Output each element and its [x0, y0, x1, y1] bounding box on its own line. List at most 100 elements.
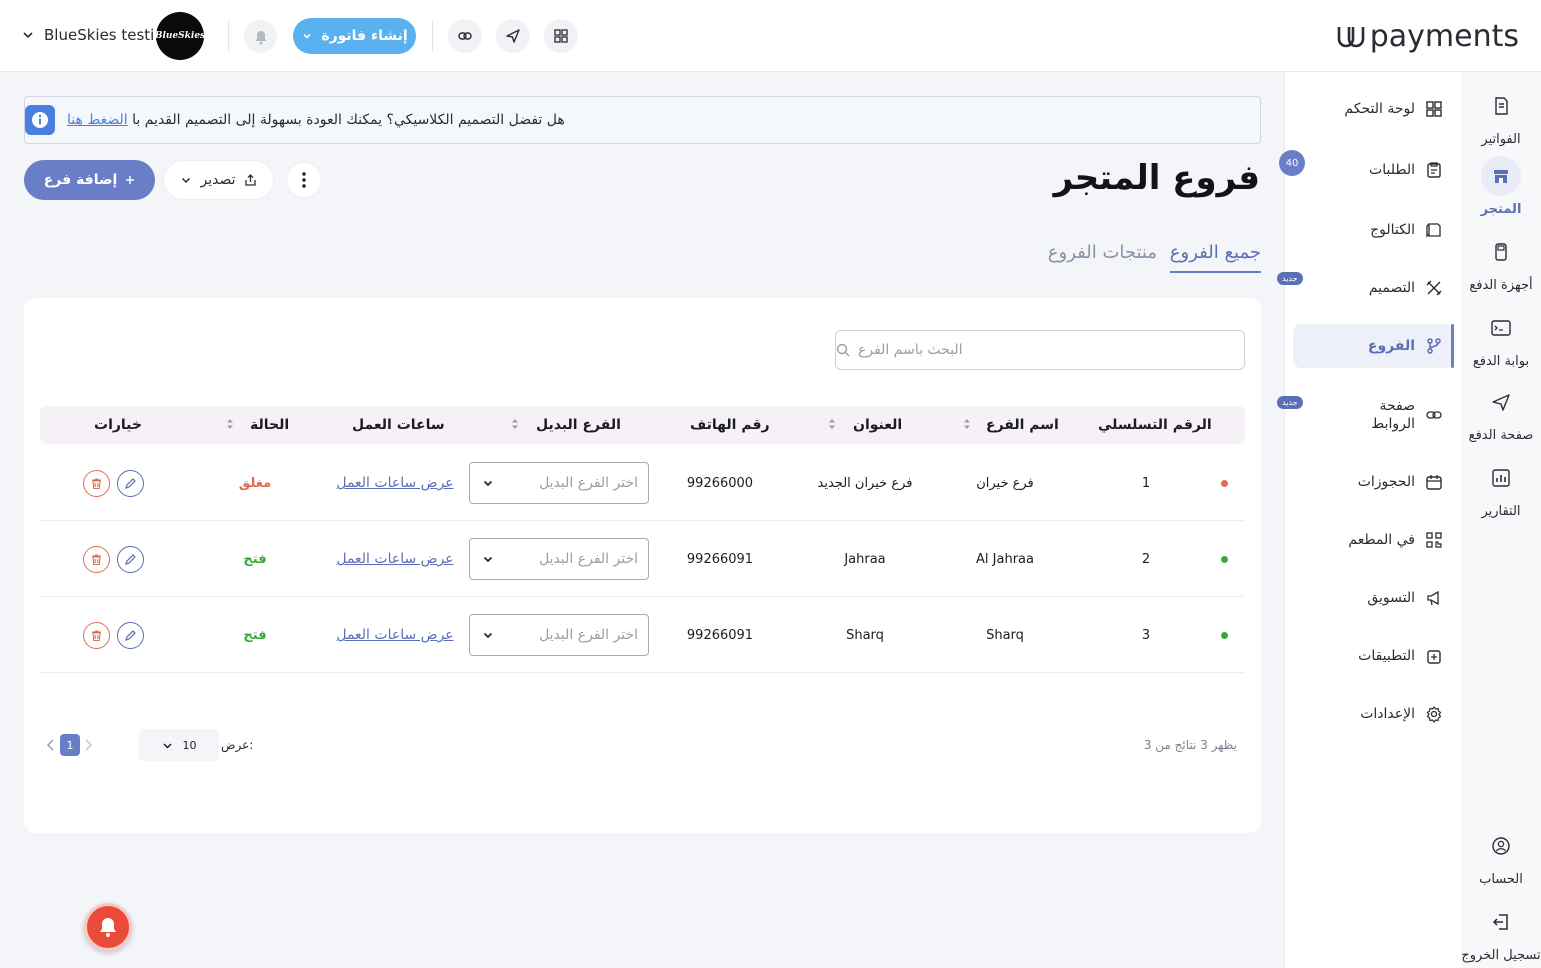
rail-label: المتجر: [1480, 202, 1522, 217]
table-row: 3 Sharq Sharq 99266091 اختر الفرع البديل…: [40, 597, 1245, 673]
notification-bell-button[interactable]: [84, 903, 132, 951]
menu-item-apps[interactable]: التطبيقات: [1293, 634, 1453, 678]
pencil-icon: [125, 478, 136, 489]
notifications-button[interactable]: [244, 20, 277, 53]
column-alternate-branch[interactable]: الفرع البديل: [536, 406, 621, 444]
bell-icon: [255, 30, 266, 44]
status-label: فتح: [243, 551, 267, 567]
per-page-label: عرض:: [221, 738, 254, 752]
qr-button[interactable]: [544, 19, 578, 53]
cell-phone: 99266091: [686, 551, 754, 567]
send-button[interactable]: [496, 19, 530, 53]
gateway-icon: [1491, 320, 1511, 336]
rail-item-invoices[interactable]: الفواتير: [1461, 86, 1541, 148]
table-row: 2 Al Jahraa Jahraa 99266091 اختر الفرع ا…: [40, 521, 1245, 597]
column-phone[interactable]: رقم الهاتف: [690, 406, 770, 444]
menu-label: صفحة الروابط: [1371, 398, 1415, 432]
per-page-select[interactable]: 10: [139, 729, 219, 761]
rail-item-payment-page[interactable]: صفحة الدفع: [1461, 382, 1541, 444]
menu-item-in-restaurant[interactable]: في المطعم: [1293, 518, 1453, 562]
menu-item-orders[interactable]: الطلبات 40: [1279, 148, 1453, 192]
rail-label: الفواتير: [1481, 132, 1521, 147]
create-invoice-label: إنشاء فاتورة: [321, 28, 408, 44]
create-invoice-button[interactable]: إنشاء فاتورة: [293, 18, 416, 54]
chevron-down-icon[interactable]: [20, 27, 36, 43]
column-working-hours[interactable]: ساعات العمل: [352, 406, 445, 444]
sort-icon[interactable]: [510, 417, 520, 431]
menu-label: الطلبات: [1369, 162, 1415, 178]
avatar-text: BlueSkies: [154, 31, 206, 41]
orders-count-badge: 40: [1279, 150, 1305, 176]
chevron-right-icon[interactable]: [82, 738, 94, 752]
settings-icon: [1426, 706, 1442, 723]
rail-item-gateway[interactable]: بوابة الدفع: [1461, 308, 1541, 370]
edit-button[interactable]: [117, 622, 144, 649]
edit-button[interactable]: [117, 546, 144, 573]
view-hours-link[interactable]: عرض ساعات العمل: [336, 551, 453, 567]
page-number-button[interactable]: 1: [60, 734, 80, 756]
menu-item-settings[interactable]: الإعدادات: [1293, 692, 1453, 736]
megaphone-icon: [1427, 590, 1439, 606]
sort-icon[interactable]: [962, 417, 972, 431]
menu-item-dashboard[interactable]: لوحة التحكم: [1293, 87, 1453, 131]
sort-icon[interactable]: [225, 417, 235, 431]
alternate-branch-select[interactable]: اختر الفرع البديل: [469, 614, 649, 656]
more-options-button[interactable]: [286, 162, 322, 198]
rail-item-reports[interactable]: التقارير: [1461, 458, 1541, 520]
alternate-branch-select[interactable]: اختر الفرع البديل: [469, 538, 649, 580]
table-row: 1 فرع خيران فرع خيران الجديد 99266000 اخ…: [40, 445, 1245, 521]
menu-item-design[interactable]: التصميم جديد: [1277, 266, 1453, 310]
cell-branch-name: Al Jahraa: [976, 551, 1034, 567]
rail-item-store[interactable]: المتجر: [1461, 156, 1541, 218]
view-hours-link[interactable]: عرض ساعات العمل: [336, 475, 453, 491]
logo-mark-icon: [1337, 27, 1365, 48]
delete-button[interactable]: [83, 470, 110, 497]
brand-logo[interactable]: payments: [1334, 16, 1519, 56]
logout-icon: [1492, 914, 1508, 930]
search-input[interactable]: البحث باسم الفرع: [835, 330, 1245, 370]
chevron-down-icon: [162, 742, 172, 749]
select-placeholder: اختر الفرع البديل: [539, 551, 638, 567]
user-name[interactable]: BlueSkies testi...: [44, 26, 169, 44]
rail-label: أجهزة الدفع: [1469, 278, 1533, 293]
menu-item-marketing[interactable]: التسويق: [1293, 576, 1453, 620]
invoice-icon: [1495, 97, 1508, 115]
menu-label: في المطعم: [1348, 532, 1415, 548]
export-button[interactable]: تصدير: [163, 160, 274, 200]
avatar[interactable]: BlueSkies: [154, 12, 206, 60]
qr-icon: [554, 29, 568, 43]
logout-button[interactable]: تسجيل الخروج: [1461, 902, 1541, 964]
apps-icon: [1427, 650, 1441, 664]
rail-item-account[interactable]: الحساب: [1461, 826, 1541, 888]
menu-item-links-page[interactable]: صفحة الروابط جديد: [1277, 390, 1453, 440]
rail-label: التقارير: [1481, 504, 1521, 519]
sort-icon[interactable]: [827, 417, 837, 431]
chevron-down-icon: [182, 177, 191, 184]
links-button[interactable]: [448, 19, 482, 53]
cell-serial: 3: [1141, 627, 1151, 643]
chevron-left-icon[interactable]: [45, 738, 57, 752]
cell-address: Jahraa: [844, 551, 886, 567]
column-branch-name[interactable]: اسم الفرع: [986, 406, 1059, 444]
column-status[interactable]: الحالة: [250, 406, 289, 444]
add-branch-button[interactable]: إضافة فرع: [24, 160, 155, 200]
tab-branch-products[interactable]: منتجات الفروع: [1048, 242, 1157, 271]
menu-label: الحجوزات: [1357, 474, 1415, 490]
edit-button[interactable]: [117, 470, 144, 497]
column-serial[interactable]: الرقم التسلسلي: [1098, 406, 1212, 444]
view-hours-link[interactable]: عرض ساعات العمل: [336, 627, 453, 643]
delete-button[interactable]: [83, 622, 110, 649]
delete-button[interactable]: [83, 546, 110, 573]
menu-item-bookings[interactable]: الحجوزات: [1293, 460, 1453, 504]
menu-label: التطبيقات: [1358, 648, 1415, 664]
per-page-value: 10: [182, 738, 197, 752]
dashboard-icon: [1426, 101, 1442, 117]
rail-item-pos-devices[interactable]: أجهزة الدفع: [1461, 232, 1541, 294]
notice-link[interactable]: الضغط هنا: [67, 112, 128, 128]
tab-all-branches[interactable]: جميع الفروع: [1169, 242, 1261, 273]
menu-item-catalog[interactable]: الكتالوج: [1293, 208, 1453, 252]
menu-item-branches[interactable]: الفروع: [1293, 324, 1454, 368]
column-address[interactable]: العنوان: [853, 406, 902, 444]
table-header: الرقم التسلسلي اسم الفرع العنوان رقم اله…: [40, 406, 1245, 444]
alternate-branch-select[interactable]: اختر الفرع البديل: [469, 462, 649, 504]
